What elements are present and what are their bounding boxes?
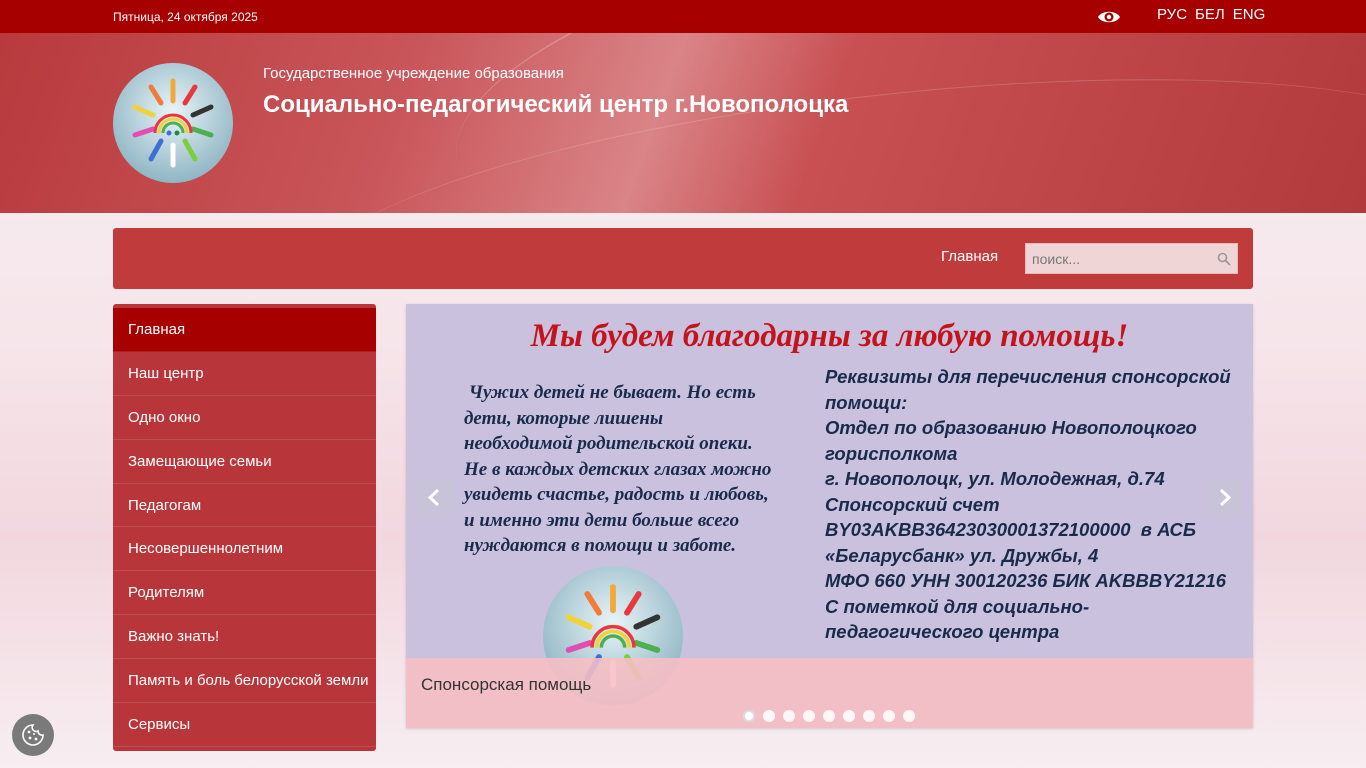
slide-right-line: горисполкома — [825, 442, 958, 464]
slide-caption-text[interactable]: Спонсорская помощь — [421, 675, 591, 695]
slide-right-line: Спонсорский счет — [825, 493, 1000, 515]
main-navbar: Главная — [113, 228, 1253, 289]
slide-caption: Спонсорская помощь — [406, 658, 1253, 728]
sidebar-item-our-center[interactable]: Наш центр — [113, 352, 376, 396]
nav-home-link[interactable]: Главная — [941, 248, 998, 265]
slide-right-line: помощи: — [825, 391, 908, 413]
sidebar-item-parents[interactable]: Родителям — [113, 571, 376, 616]
sidebar-item-foster-families[interactable]: Замещающие семьи — [113, 440, 376, 484]
language-switcher: РУС БЕЛ ENG — [1157, 6, 1265, 23]
search-box — [1025, 243, 1238, 274]
sidebar-menu: Главная Наш центр Одно окно Замещающие с… — [113, 304, 376, 751]
lang-be[interactable]: БЕЛ — [1195, 6, 1225, 23]
lang-en[interactable]: ENG — [1233, 6, 1266, 23]
slide-left-line: дети, которые лишены — [464, 407, 664, 429]
cookie-icon — [22, 724, 44, 746]
sidebar-item-memory[interactable]: Память и боль белорусской земли — [113, 659, 376, 704]
site-logo[interactable] — [113, 63, 233, 183]
sidebar-item-services[interactable]: Сервисы — [113, 703, 376, 747]
slide-left-line: увидеть счастье, радость и любовь, — [464, 484, 769, 505]
sidebar-item-important[interactable]: Важно знать! — [113, 615, 376, 660]
slider-dot[interactable] — [763, 710, 775, 722]
top-bar: Пятница, 24 октября 2025 РУС БЕЛ ENG — [0, 0, 1366, 33]
slide-right-line: г. Новополоцк, ул. Молодежная, д.74 — [825, 468, 1165, 489]
slide-right-line: С пометкой для социально- — [825, 595, 1090, 617]
slide-left-line: Не в каждых детских глазах можно — [464, 458, 772, 480]
slider-pagination — [743, 710, 915, 722]
slide-left-line: нуждаются в помощи и заботе. — [464, 535, 737, 556]
image-slider: Мы будем благодарны за любую помощь! Чуж… — [406, 304, 1253, 728]
sidebar-item-minors[interactable]: Несовершеннолетним — [113, 527, 376, 572]
slide-right-line: BY03AKBB36423030001372100000 в АСБ — [825, 519, 1196, 540]
slider-dot[interactable] — [743, 710, 755, 722]
slide-right-line: Отдел по образованию Новополоцкого — [825, 417, 1197, 438]
cookie-settings-button[interactable] — [12, 714, 54, 756]
search-input[interactable] — [1026, 244, 1211, 273]
slider-dot[interactable] — [863, 710, 875, 722]
header-subtitle: Государственное учреждение образования — [263, 65, 564, 82]
slider-dot[interactable] — [843, 710, 855, 722]
header-title[interactable]: Социально-педагогический центр г.Новопол… — [263, 91, 848, 119]
slide-left-text: Чужих детей не бывает. Но есть дети, кот… — [464, 380, 814, 559]
slide-left-line: Чужих детей не бывает. Но есть — [464, 382, 756, 403]
search-icon[interactable] — [1217, 252, 1231, 266]
slide-requisites: Реквизиты для перечисления спонсорской п… — [825, 364, 1245, 645]
slider-dot[interactable] — [883, 710, 895, 722]
sidebar-item-home[interactable]: Главная — [113, 308, 376, 352]
slider-dot[interactable] — [803, 710, 815, 722]
current-date: Пятница, 24 октября 2025 — [113, 10, 258, 24]
lang-ru[interactable]: РУС — [1157, 6, 1187, 23]
chevron-right-icon — [1219, 488, 1232, 507]
slide-left-line: необходимой родительской опеки. — [464, 433, 753, 454]
slide-right-line: МФО 660 УНН 300120236 БИК AKBBBY21216 — [825, 570, 1227, 591]
slide-right-line: «Беларусбанк» ул. Дружбы, 4 — [825, 544, 1099, 566]
slider-dot[interactable] — [783, 710, 795, 722]
slider-dot[interactable] — [903, 710, 915, 722]
slide-heading: Мы будем благодарны за любую помощь! — [530, 318, 1129, 354]
chevron-left-icon — [427, 488, 440, 507]
eye-icon[interactable] — [1097, 8, 1121, 26]
slider-dot[interactable] — [823, 710, 835, 722]
slide-right-line: педагогического центра — [825, 621, 1060, 642]
sidebar-item-one-window[interactable]: Одно окно — [113, 396, 376, 440]
slide-right-line: Реквизиты для перечисления спонсорской — [825, 366, 1231, 387]
slider-prev-button[interactable] — [416, 479, 453, 516]
slide-left-line: и именно эти дети больше всего — [464, 509, 740, 531]
slider-next-button[interactable] — [1206, 479, 1243, 516]
site-header: Государственное учреждение образования С… — [0, 33, 1366, 213]
sidebar-item-teachers[interactable]: Педагогам — [113, 484, 376, 528]
